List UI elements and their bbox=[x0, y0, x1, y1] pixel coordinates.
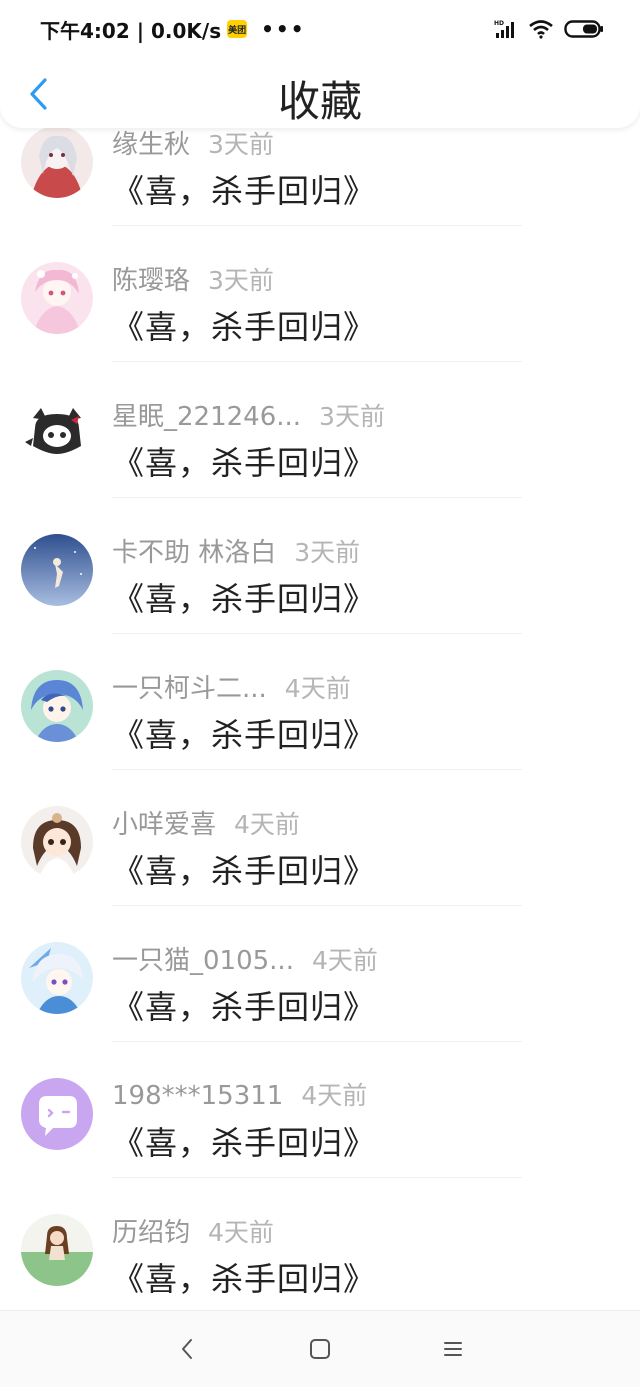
username: 历绍钧 bbox=[112, 1218, 191, 1248]
more-notifications-icon: ••• bbox=[261, 17, 306, 41]
post-title: 《喜，杀手回归》 bbox=[112, 308, 377, 346]
avatar bbox=[21, 126, 93, 198]
status-bar: 下午4:02 | 0.0K/s 美团 ••• HD bbox=[0, 0, 640, 58]
page-title: 收藏 bbox=[277, 77, 362, 126]
post-title: 《喜，杀手回归》 bbox=[112, 1124, 377, 1162]
timestamp: 3天前 bbox=[319, 402, 385, 431]
post-title: 《喜，杀手回归》 bbox=[112, 172, 377, 210]
nav-home-button[interactable] bbox=[290, 1319, 350, 1379]
menu-icon bbox=[444, 1342, 463, 1356]
avatar bbox=[21, 262, 93, 334]
timestamp: 4天前 bbox=[301, 1081, 368, 1110]
list-item[interactable]: 小咩爱喜 4天前 《喜，杀手回归》 bbox=[0, 770, 640, 906]
meituan-app-icon: 美团 bbox=[227, 20, 248, 38]
post-title: 《喜，杀手回归》 bbox=[112, 716, 377, 754]
list-item[interactable]: 卡不助 林洛白 3天前 《喜，杀手回归》 bbox=[0, 498, 640, 634]
page-header: 收藏 bbox=[0, 58, 640, 128]
timestamp: 4天前 bbox=[208, 1218, 274, 1247]
list-item[interactable]: 历绍钧 4天前 《喜，杀手回归》 bbox=[0, 1178, 640, 1314]
list-item[interactable]: 198***15311 4天前 《喜，杀手回归》 bbox=[0, 1042, 640, 1178]
username: 一只柯斗二... bbox=[112, 674, 267, 704]
post-title: 《喜，杀手回归》 bbox=[112, 852, 377, 890]
username: 一只猫_0105... bbox=[112, 946, 294, 976]
signal-icon: HD bbox=[494, 20, 514, 38]
avatar bbox=[21, 806, 93, 878]
username-row: 一只猫_0105... 4天前 bbox=[112, 940, 378, 977]
post-title: 《喜，杀手回归》 bbox=[112, 580, 377, 618]
username: 卡不助 林洛白 bbox=[112, 538, 277, 568]
system-nav-bar bbox=[0, 1310, 640, 1387]
username-row: 陈璎珞 3天前 bbox=[112, 260, 274, 297]
username-row: 一只柯斗二... 4天前 bbox=[112, 668, 351, 705]
timestamp: 4天前 bbox=[311, 946, 378, 975]
username: 198***15311 bbox=[112, 1081, 284, 1111]
favorites-list: 缘生秋 3天前 《喜，杀手回归》 陈璎珞 3天前 《喜，杀手回归》 星眠_221… bbox=[0, 90, 640, 1314]
chevron-left-icon bbox=[181, 1339, 192, 1359]
battery-icon bbox=[564, 20, 603, 38]
username-row: 星眠_221246... 3天前 bbox=[112, 396, 385, 433]
list-item[interactable]: 一只柯斗二... 4天前 《喜，杀手回归》 bbox=[0, 634, 640, 770]
username-row: 缘生秋 3天前 bbox=[112, 124, 274, 161]
svg-text:HD: HD bbox=[494, 20, 504, 27]
list-item[interactable]: 陈璎珞 3天前 《喜，杀手回归》 bbox=[0, 226, 640, 362]
timestamp: 3天前 bbox=[208, 266, 274, 295]
username-row: 小咩爱喜 4天前 bbox=[112, 804, 300, 841]
username: 缘生秋 bbox=[112, 130, 191, 160]
avatar bbox=[21, 1078, 93, 1150]
status-time-speed: 下午4:02 | 0.0K/s bbox=[40, 18, 222, 43]
avatar bbox=[21, 942, 93, 1014]
username: 小咩爱喜 bbox=[112, 810, 217, 840]
timestamp: 3天前 bbox=[208, 130, 274, 159]
avatar bbox=[21, 1214, 93, 1286]
avatar bbox=[21, 534, 93, 606]
username-row: 卡不助 林洛白 3天前 bbox=[112, 532, 360, 569]
list-item[interactable]: 一只猫_0105... 4天前 《喜，杀手回归》 bbox=[0, 906, 640, 1042]
post-title: 《喜，杀手回归》 bbox=[112, 1260, 377, 1298]
nav-back-button[interactable] bbox=[157, 1319, 217, 1379]
avatar bbox=[21, 398, 93, 470]
username: 星眠_221246... bbox=[112, 402, 302, 432]
username: 陈璎珞 bbox=[112, 266, 191, 296]
wifi-icon bbox=[529, 20, 553, 39]
list-item[interactable]: 星眠_221246... 3天前 《喜，杀手回归》 bbox=[0, 362, 640, 498]
timestamp: 4天前 bbox=[284, 674, 351, 703]
nav-menu-button[interactable] bbox=[423, 1319, 483, 1379]
post-title: 《喜，杀手回归》 bbox=[112, 988, 377, 1026]
home-square-icon bbox=[309, 1339, 330, 1359]
username-row: 历绍钧 4天前 bbox=[112, 1212, 274, 1249]
avatar bbox=[21, 670, 93, 742]
post-title: 《喜，杀手回归》 bbox=[112, 444, 377, 482]
timestamp: 4天前 bbox=[234, 810, 300, 839]
username-row: 198***15311 4天前 bbox=[112, 1076, 367, 1112]
timestamp: 3天前 bbox=[294, 538, 361, 567]
